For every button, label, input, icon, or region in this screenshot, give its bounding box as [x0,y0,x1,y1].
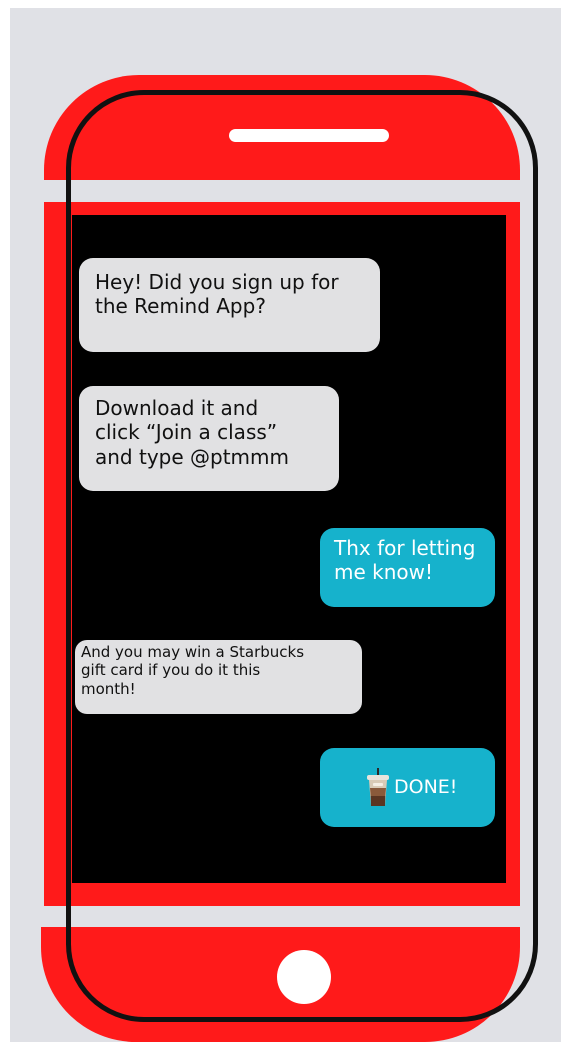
phone-outline [66,90,538,1022]
illustration-canvas: Hey! Did you sign up for the Remind App?… [10,8,561,1042]
